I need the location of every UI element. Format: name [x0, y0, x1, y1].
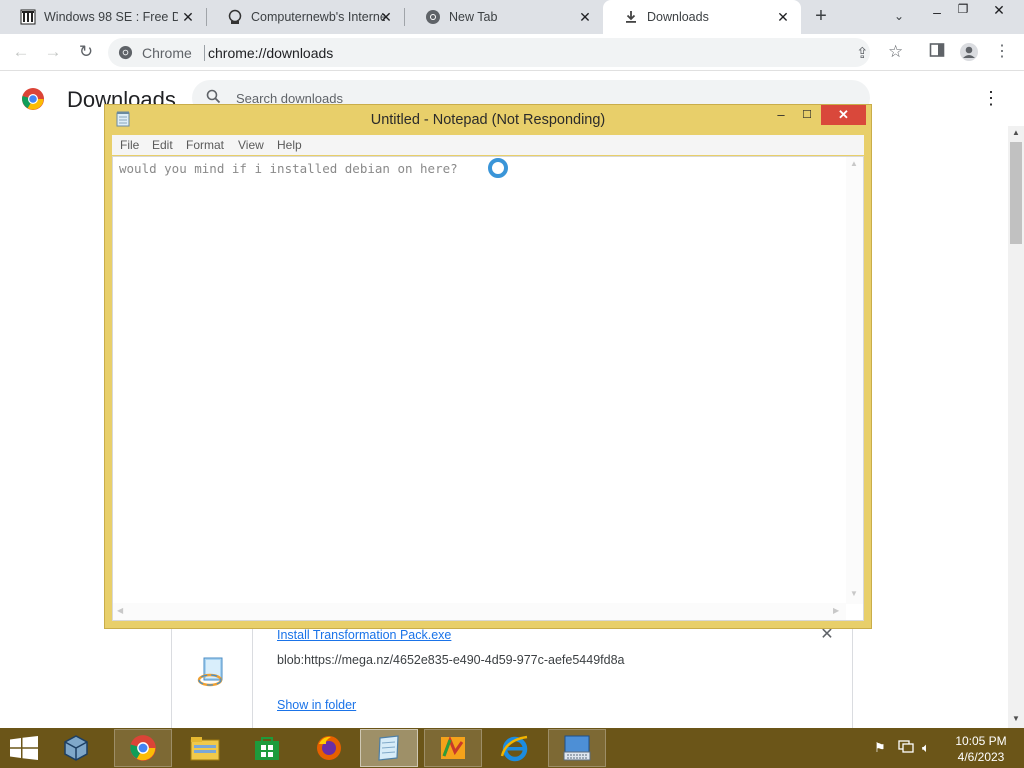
menu-edit[interactable]: Edit: [152, 138, 173, 152]
clock-time: 10:05 PM: [955, 734, 1007, 748]
chrome-menu-icon[interactable]: ⋮: [992, 42, 1012, 62]
profile-avatar-icon[interactable]: [959, 42, 979, 62]
tab-search-chevron-icon[interactable]: ⌄: [891, 8, 907, 24]
address-bar[interactable]: Chrome chrome://downloads ⇪ ☆: [108, 38, 903, 67]
network-icon[interactable]: [898, 740, 914, 757]
back-arrow-icon[interactable]: ←: [11, 42, 31, 62]
close-window-icon[interactable]: ✕: [990, 2, 1008, 18]
tab-downloads[interactable]: Downloads ✕: [603, 0, 801, 34]
close-tab-icon[interactable]: ✕: [378, 9, 394, 25]
scroll-up-arrow-icon[interactable]: ▲: [1012, 128, 1020, 137]
share-icon[interactable]: ⇪: [856, 44, 869, 62]
restore-icon[interactable]: ❐: [955, 2, 971, 18]
menu-view[interactable]: View: [238, 138, 264, 152]
taskbar: ⚑ 🔈︎ 10:05 PM 4/6/2023: [0, 728, 1024, 768]
taskbar-on-screen-keyboard[interactable]: [548, 729, 606, 767]
file-installer-icon: [196, 656, 228, 691]
forward-arrow-icon[interactable]: →: [43, 42, 63, 62]
taskbar-chrome[interactable]: [114, 729, 172, 767]
chrome-icon: [130, 735, 156, 761]
notepad-maximize-icon[interactable]: ☐: [799, 105, 815, 125]
close-tab-icon[interactable]: ✕: [577, 9, 593, 25]
tab-title: New Tab: [449, 10, 498, 24]
taskbar-internet-explorer[interactable]: [486, 729, 544, 767]
on-screen-keyboard-icon: [563, 735, 591, 761]
scroll-right-arrow-icon[interactable]: ▶: [833, 606, 839, 615]
busy-cursor-icon: [488, 158, 508, 178]
archive-icon: [20, 9, 36, 25]
notepad-titlebar[interactable]: Untitled - Notepad (Not Responding) – ☐ …: [105, 105, 871, 133]
tab-strip: Windows 98 SE : Free Do ✕ Computernewb's…: [0, 0, 1024, 34]
site-chip-label: Chrome: [142, 45, 192, 61]
browser-toolbar: ← → ↻ Chrome chrome://downloads ⇪ ☆ ⋮: [0, 34, 1024, 71]
computernewb-icon: [227, 9, 243, 25]
close-tab-icon[interactable]: ✕: [775, 9, 791, 25]
reload-icon[interactable]: ↻: [76, 42, 96, 62]
download-icon: [623, 9, 639, 25]
notepad-horizontal-scrollbar[interactable]: ◀ ▶: [113, 603, 846, 620]
transformation-pack-icon: [441, 735, 465, 759]
download-source-url: blob:https://mega.nz/4652e835-e490-4d59-…: [277, 653, 625, 667]
scrollbar-thumb[interactable]: [1010, 142, 1022, 244]
notepad-title: Untitled - Notepad (Not Responding): [370, 112, 606, 128]
scroll-down-arrow-icon[interactable]: ▼: [1012, 714, 1020, 723]
tab-title: Downloads: [647, 10, 709, 24]
chrome-icon: [425, 9, 441, 25]
tab-computernewb[interactable]: Computernewb's Interne ✕: [207, 0, 404, 34]
taskbar-file-explorer[interactable]: [176, 729, 234, 767]
virtualbox-icon: [64, 735, 88, 761]
notepad-vertical-scrollbar[interactable]: ▲ ▼: [846, 157, 863, 604]
close-tab-icon[interactable]: ✕: [180, 9, 196, 25]
notepad-text-area[interactable]: would you mind if i installed debian on …: [112, 156, 864, 621]
notepad-icon: [378, 735, 399, 761]
scroll-left-arrow-icon[interactable]: ◀: [117, 606, 123, 615]
taskbar-store[interactable]: [238, 729, 296, 767]
tab-title: Computernewb's Interne: [251, 10, 385, 24]
clock-date: 4/6/2023: [957, 750, 1005, 764]
new-tab-plus-icon[interactable]: +: [811, 6, 831, 26]
menu-help[interactable]: Help: [277, 138, 302, 152]
download-filename-link[interactable]: Install Transformation Pack.exe: [277, 628, 451, 642]
firefox-icon: [317, 736, 341, 760]
windows-logo-icon: [10, 736, 38, 760]
show-in-folder-link[interactable]: Show in folder: [277, 698, 356, 712]
bookmark-star-icon[interactable]: ☆: [888, 42, 903, 62]
taskbar-transformation-pack[interactable]: [424, 729, 482, 767]
notepad-close-icon[interactable]: ✕: [821, 105, 866, 125]
taskbar-notepad[interactable]: [360, 729, 418, 767]
internet-explorer-icon: [500, 735, 528, 762]
action-center-flag-icon[interactable]: ⚑: [874, 740, 886, 756]
download-item-divider: [252, 628, 253, 738]
volume-icon[interactable]: 🔈︎: [922, 740, 930, 756]
minimize-icon[interactable]: –: [928, 4, 946, 20]
file-explorer-icon: [190, 737, 220, 761]
notepad-menubar: File Edit Format View Help: [112, 135, 864, 155]
system-clock[interactable]: 10:05 PM 4/6/2023: [948, 733, 1014, 765]
omnibox-divider: [204, 45, 205, 61]
taskbar-firefox[interactable]: [300, 729, 358, 767]
start-button[interactable]: [10, 736, 38, 763]
side-panel-icon[interactable]: [927, 42, 947, 62]
notepad-text: would you mind if i installed debian on …: [119, 161, 458, 176]
scroll-down-arrow-icon[interactable]: ▼: [850, 589, 858, 598]
download-item: Install Transformation Pack.exe blob:htt…: [171, 626, 853, 738]
notepad-window[interactable]: Untitled - Notepad (Not Responding) – ☐ …: [104, 104, 872, 629]
tab-new-tab[interactable]: New Tab ✕: [405, 0, 603, 34]
page-scrollbar[interactable]: ▲ ▼: [1008, 126, 1024, 728]
scroll-up-arrow-icon[interactable]: ▲: [850, 159, 858, 168]
chrome-logo-icon: [21, 87, 45, 114]
menu-file[interactable]: File: [120, 138, 139, 152]
url-text[interactable]: chrome://downloads: [208, 45, 333, 61]
chrome-icon: [118, 45, 133, 63]
store-icon: [255, 737, 279, 760]
downloads-menu-icon[interactable]: ⋮: [982, 88, 1000, 109]
taskbar-virtualbox[interactable]: [47, 729, 105, 767]
tab-title: Windows 98 SE : Free Do: [44, 10, 178, 24]
menu-format[interactable]: Format: [186, 138, 224, 152]
notepad-minimize-icon[interactable]: –: [773, 105, 789, 125]
tab-windows-98[interactable]: Windows 98 SE : Free Do ✕: [0, 0, 206, 34]
